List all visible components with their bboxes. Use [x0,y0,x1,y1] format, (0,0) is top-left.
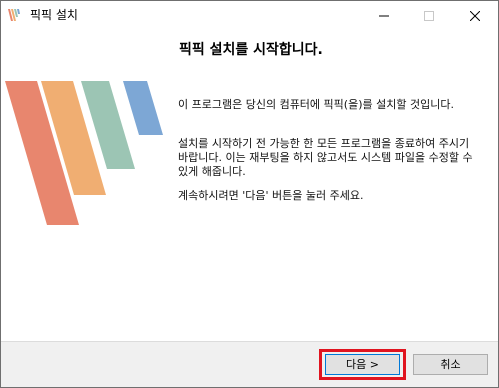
close-icon [469,10,480,21]
minimize-icon [378,15,389,16]
install-description: 이 프로그램은 당신의 컴퓨터에 픽픽(을)를 설치할 것입니다. [178,98,454,111]
page-title: 픽픽 설치를 시작합니다. [179,42,323,58]
cancel-button[interactable]: 취소 [413,354,488,375]
close-button[interactable] [452,1,497,30]
continue-instruction: 계속하시려면 '다음' 버튼을 눌러 주세요. [178,189,364,202]
picpick-banner-logo [5,81,163,225]
installer-window: 픽픽 설치 픽픽 설치를 시작합니다. 이 프로그램은 당신의 컴퓨터에 픽픽(… [0,0,499,388]
logo-stripe-blue [123,81,163,135]
maximize-button [406,1,451,30]
close-programs-notice: 설치를 시작하기 전 가능한 한 모든 프로그램을 종료하여 주시기 바랍니다.… [178,137,473,178]
picpick-logo-icon [8,9,20,21]
minimize-button[interactable] [361,1,406,30]
maximize-icon [423,10,434,21]
title-bar[interactable]: 픽픽 설치 [1,1,498,30]
next-button[interactable]: 다음 > [325,354,400,375]
window-title: 픽픽 설치 [30,8,78,22]
